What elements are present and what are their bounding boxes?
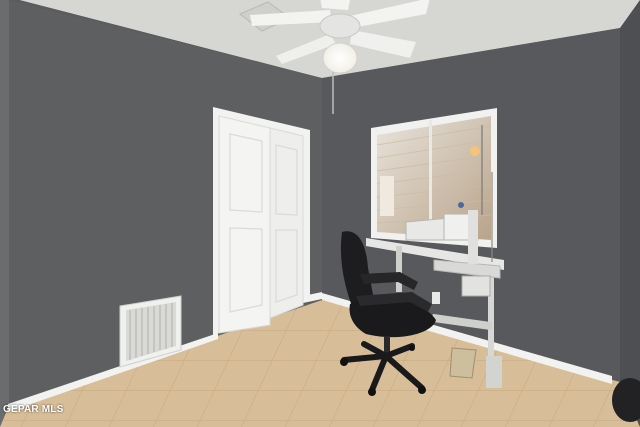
- room-photo: GEPAR MLS: [0, 0, 640, 427]
- wall-outlet: [432, 292, 440, 304]
- watermark: GEPAR MLS: [3, 404, 64, 415]
- closet-door[interactable]: [213, 107, 310, 335]
- room-illustration: [0, 0, 640, 427]
